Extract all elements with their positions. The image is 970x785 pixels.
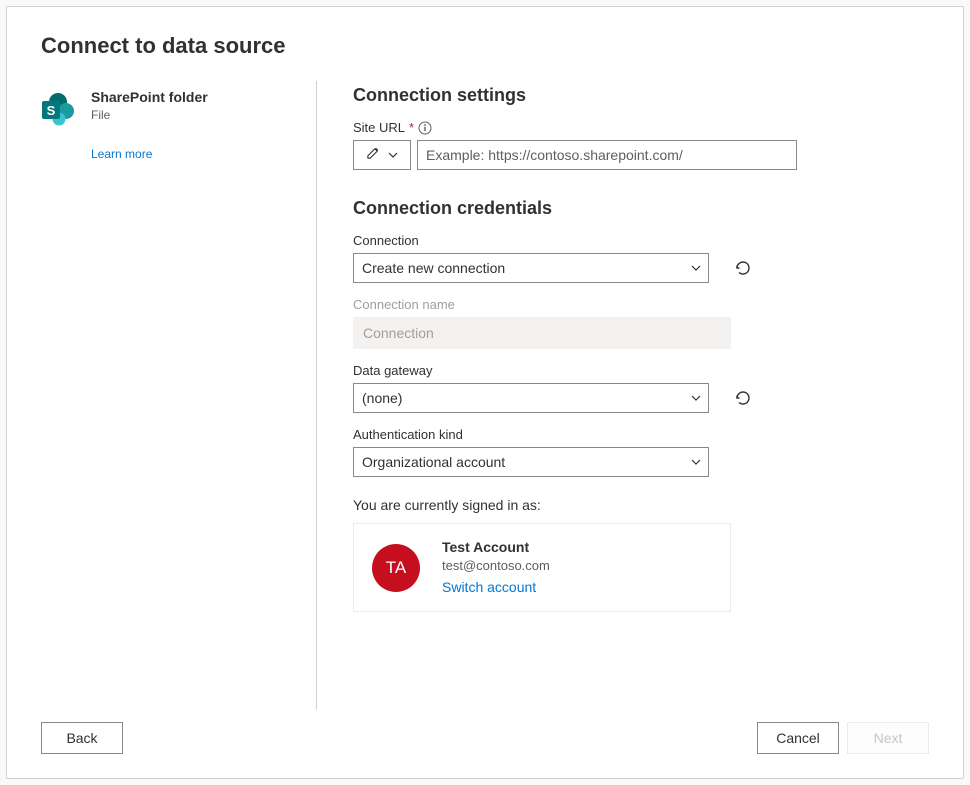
gateway-select[interactable]: (none): [353, 383, 709, 413]
required-asterisk: *: [409, 120, 414, 135]
gateway-refresh-button[interactable]: [731, 386, 755, 410]
account-email: test@contoso.com: [442, 557, 550, 575]
site-url-input[interactable]: [417, 140, 797, 170]
signed-in-label: You are currently signed in as:: [353, 497, 929, 513]
site-url-row: [353, 140, 929, 170]
connection-name-label: Connection name: [353, 297, 929, 312]
dialog-body: S SharePoint folder File Learn more Conn…: [7, 71, 963, 710]
source-panel: S SharePoint folder File Learn more: [41, 81, 317, 710]
back-button[interactable]: Back: [41, 722, 123, 754]
connection-value: Create new connection: [362, 260, 505, 276]
svg-text:S: S: [47, 103, 56, 118]
dialog: Connect to data source S SharePoint fold…: [6, 6, 964, 779]
source-row: S SharePoint folder File: [41, 89, 296, 127]
footer-right: Cancel Next: [757, 722, 929, 754]
gateway-value: (none): [362, 390, 402, 406]
account-card: TA Test Account test@contoso.com Switch …: [353, 523, 731, 612]
pencil-icon: [366, 145, 381, 165]
chevron-down-icon: [690, 262, 702, 274]
source-title: SharePoint folder: [91, 89, 208, 106]
next-button: Next: [847, 722, 929, 754]
site-url-label-text: Site URL: [353, 120, 405, 135]
chevron-down-icon: [690, 392, 702, 404]
connection-settings-heading: Connection settings: [353, 85, 929, 106]
dialog-footer: Back Cancel Next: [7, 710, 963, 778]
credentials-section: Connection credentials Connection Create…: [353, 198, 929, 612]
auth-label: Authentication kind: [353, 427, 929, 442]
learn-more-link[interactable]: Learn more: [91, 147, 296, 161]
auth-select[interactable]: Organizational account: [353, 447, 709, 477]
dialog-title: Connect to data source: [41, 33, 929, 59]
connection-name-value: Connection: [363, 325, 434, 341]
chevron-down-icon: [387, 149, 399, 161]
site-url-label: Site URL *: [353, 120, 929, 135]
connection-credentials-heading: Connection credentials: [353, 198, 929, 219]
cancel-button[interactable]: Cancel: [757, 722, 839, 754]
account-name: Test Account: [442, 538, 550, 557]
connection-label: Connection: [353, 233, 929, 248]
connection-name-input: Connection: [353, 317, 731, 349]
source-subtitle: File: [91, 108, 208, 122]
account-info: Test Account test@contoso.com Switch acc…: [442, 538, 550, 597]
input-mode-button[interactable]: [353, 140, 411, 170]
gateway-row: (none): [353, 383, 929, 413]
source-labels: SharePoint folder File: [91, 89, 208, 122]
switch-account-link[interactable]: Switch account: [442, 578, 550, 597]
dialog-header: Connect to data source: [7, 7, 963, 71]
connection-refresh-button[interactable]: [731, 256, 755, 280]
panel-divider-mask: [41, 668, 296, 710]
sharepoint-icon: S: [41, 91, 77, 127]
chevron-down-icon: [690, 456, 702, 468]
info-icon[interactable]: [418, 121, 432, 135]
auth-value: Organizational account: [362, 454, 505, 470]
avatar: TA: [372, 544, 420, 592]
connection-select[interactable]: Create new connection: [353, 253, 709, 283]
gateway-label: Data gateway: [353, 363, 929, 378]
settings-panel: Connection settings Site URL *: [317, 81, 929, 710]
connection-row: Create new connection: [353, 253, 929, 283]
